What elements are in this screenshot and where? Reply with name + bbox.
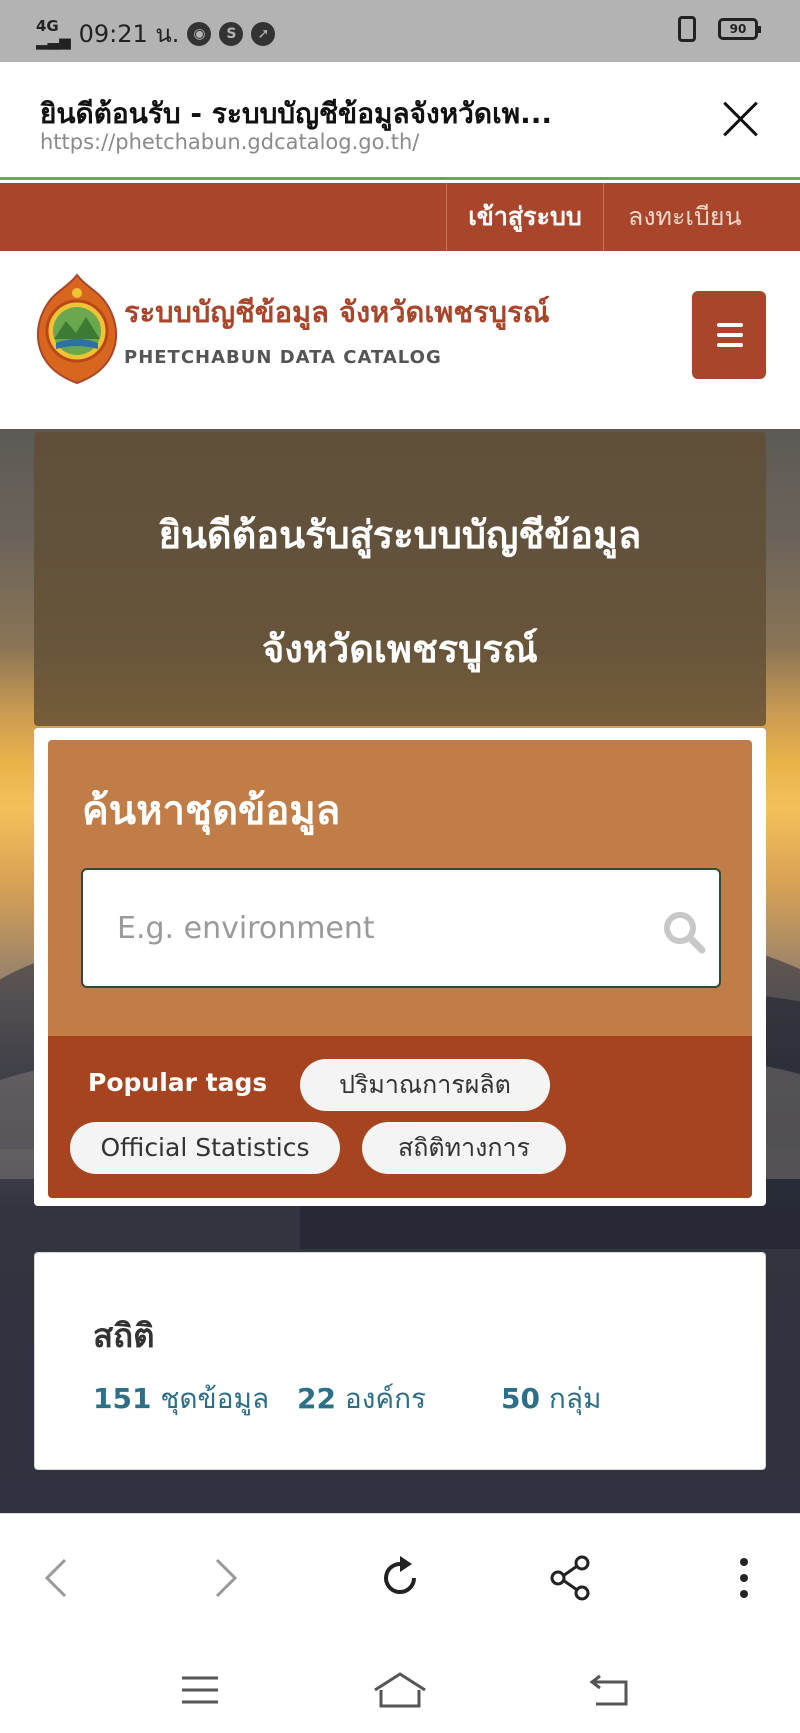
browser-tab-header: ยินดีต้อนรับ - ระบบบัญชีข้อมูลจังหวัดเพ.… [0, 62, 800, 180]
status-bar: 4G ▂▃▅ 09:21 น. ◉ S ➚ 90 [0, 0, 800, 62]
stat-organizations[interactable]: 22 องค์กร [297, 1377, 426, 1421]
system-back-button[interactable] [580, 1665, 640, 1715]
screen-record-icon: ◉ [187, 21, 212, 46]
menu-bar-icon [717, 323, 743, 327]
forward-icon [215, 1558, 238, 1598]
shop-icon: S [219, 21, 244, 46]
search-panel: ค้นหาชุดข้อมูล [48, 740, 752, 1036]
battery-icon: 90 [718, 18, 761, 40]
welcome-line-2: จังหวัดเพชรบูรณ์ [262, 627, 538, 671]
welcome-banner: ยินดีต้อนรับสู่ระบบบัญชีข้อมูล จังหวัดเพ… [34, 432, 766, 726]
vibrate-icon [678, 16, 696, 42]
status-time: 09:21 น. [78, 20, 180, 48]
close-icon[interactable] [722, 100, 760, 138]
system-nav-bar [0, 1651, 800, 1733]
tag-chip[interactable]: Official Statistics [70, 1122, 340, 1174]
province-seal-logo[interactable] [34, 273, 120, 385]
tag-chip[interactable]: สถิติทางการ [362, 1122, 566, 1174]
stat-label: กลุ่ม [548, 1382, 602, 1415]
stat-count: 22 [297, 1382, 336, 1415]
auth-bar: เข้าสู่ระบบ ลงทะเบียน [0, 183, 800, 251]
page-url[interactable]: https://phetchabun.gdcatalog.go.th/ [40, 130, 419, 154]
popular-tags-panel: Popular tags ปริมาณการผลิต Official Stat… [48, 1036, 752, 1198]
home-button[interactable] [370, 1665, 430, 1715]
back-button[interactable] [26, 1548, 86, 1608]
login-link[interactable]: เข้าสู่ระบบ [446, 183, 604, 251]
share-button[interactable] [540, 1548, 600, 1608]
site-header: ระบบบัญชีข้อมูล จังหวัดเพชรบูรณ์ PHETCHA… [0, 251, 800, 429]
search-card: ค้นหาชุดข้อมูล Popular tags ปริมาณการผลิ… [34, 728, 766, 1206]
reload-icon [384, 1556, 416, 1594]
forward-button[interactable] [196, 1548, 256, 1608]
stat-label: องค์กร [344, 1382, 427, 1415]
site-subtitle: PHETCHABUN DATA CATALOG [124, 347, 442, 368]
home-icon [374, 1672, 426, 1708]
battery-level: 90 [729, 22, 747, 36]
back-icon [589, 1674, 628, 1706]
search-heading: ค้นหาชุดข้อมูล [82, 788, 341, 834]
recent-apps-button[interactable] [170, 1665, 230, 1715]
stat-count: 50 [501, 1382, 540, 1415]
more-icon [740, 1558, 748, 1598]
stat-count: 151 [93, 1382, 152, 1415]
reload-button[interactable] [370, 1548, 430, 1608]
stats-title: สถิติ [93, 1316, 155, 1355]
welcome-line-1: ยินดีต้อนรับสู่ระบบบัญชีข้อมูล [158, 513, 642, 557]
back-icon [44, 1558, 67, 1598]
browser-toolbar [0, 1513, 800, 1651]
search-icon[interactable] [662, 910, 706, 954]
hero-section: ยินดีต้อนรับสู่ระบบบัญชีข้อมูล จังหวัดเพ… [0, 429, 800, 1513]
stats-card: สถิติ 151 ชุดข้อมูล 22 องค์กร 50 กลุ่ม [34, 1252, 766, 1470]
popular-tags-label: Popular tags [88, 1068, 268, 1097]
stat-datasets[interactable]: 151 ชุดข้อมูล [93, 1377, 269, 1421]
stat-label: ชุดข้อมูล [160, 1382, 270, 1415]
signal-icon: 4G ▂▃▅ [36, 16, 71, 50]
menu-bar-icon [717, 333, 743, 337]
register-link[interactable]: ลงทะเบียน [604, 183, 766, 251]
menu-bar-icon [717, 343, 743, 347]
menu-icon [182, 1676, 218, 1704]
more-button[interactable] [714, 1548, 774, 1608]
share-icon [550, 1555, 590, 1601]
stat-groups[interactable]: 50 กลุ่ม [501, 1377, 601, 1421]
search-input[interactable] [81, 868, 721, 988]
site-title: ระบบบัญชีข้อมูล จังหวัดเพชรบูรณ์ [124, 295, 550, 329]
hamburger-menu-button[interactable] [692, 291, 766, 379]
compass-icon: ➚ [251, 21, 276, 46]
tag-chip[interactable]: ปริมาณการผลิต [300, 1059, 550, 1111]
